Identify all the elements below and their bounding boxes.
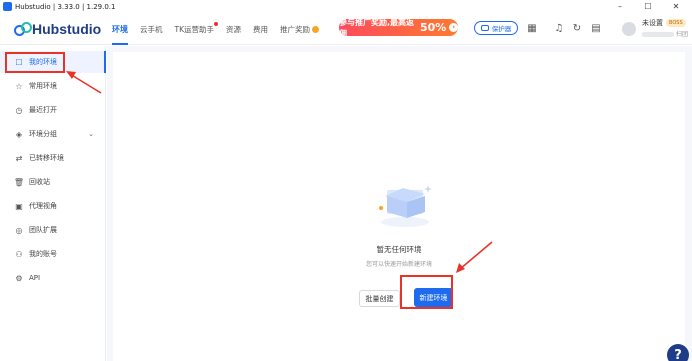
sidebar-item-label: API xyxy=(29,274,41,282)
empty-state-title: 暂无任何环境 xyxy=(376,245,422,254)
top-header: Hubstudio 环境 云手机 TK运营助手 资源 费用 推广奖励 参与推广奖… xyxy=(0,13,692,45)
maximize-button[interactable]: ☐ xyxy=(634,0,662,13)
api-icon: ⚙ xyxy=(15,273,23,283)
sidebar-item-label: 最近打开 xyxy=(29,106,57,114)
environment-panel: 暂无任何环境 您可以快速开始新建环境 批量创建 新建环境 xyxy=(113,52,685,361)
tab-billing[interactable]: 费用 xyxy=(253,13,268,45)
trash-icon: 🗑 xyxy=(13,177,25,187)
protector-label: 保护器 xyxy=(491,25,512,33)
app-icon xyxy=(3,2,12,11)
chevron-down-icon[interactable]: ⌄ xyxy=(88,130,94,138)
sidebar-item-label: 已转移环境 xyxy=(29,154,64,162)
sidebar-item-label: 团队扩展 xyxy=(29,226,57,234)
sidebar-item-label: 回收站 xyxy=(29,178,50,186)
window-title: Hubstudio | 3.33.0 | 1.29.0.1 xyxy=(15,2,116,11)
sidebar: ☐ 我的环境 ☆ 常用环境 ◷ 最近打开 ◈ 环境分组 ⌄ ⇄ 已转移环境 🗑 … xyxy=(0,46,106,361)
user-id-redacted xyxy=(642,32,674,37)
star-icon: ☆ xyxy=(15,81,23,91)
sidebar-item-frequent[interactable]: ☆ 常用环境 xyxy=(0,75,106,97)
empty-box-icon xyxy=(379,185,432,227)
team-icon: ◎ xyxy=(15,225,23,235)
tab-resources[interactable]: 资源 xyxy=(226,13,241,45)
batch-create-button[interactable]: 批量创建 xyxy=(359,290,400,307)
user-id: 扫团 xyxy=(642,29,688,38)
user-name[interactable]: 未设置 BOSS xyxy=(642,18,686,28)
notification-dot xyxy=(214,22,218,26)
brand-name: Hubstudio xyxy=(32,21,102,37)
empty-state-subtitle: 您可以快速开始新建环境 xyxy=(365,261,432,268)
tab-environment[interactable]: 环境 xyxy=(112,13,128,45)
minimize-button[interactable]: – xyxy=(606,0,634,13)
clock-icon: ◷ xyxy=(15,105,23,115)
user-icon: ⚇ xyxy=(15,249,23,259)
transfer-icon: ⇄ xyxy=(15,153,23,163)
coin-icon xyxy=(312,25,319,33)
sidebar-item-label: 我的账号 xyxy=(29,250,57,258)
window-titlebar: Hubstudio | 3.33.0 | 1.29.0.1 – ☐ ✕ xyxy=(0,0,692,13)
proxy-icon: ▣ xyxy=(15,201,23,211)
sidebar-item-label: 代理视角 xyxy=(29,202,57,210)
logo-mark-icon xyxy=(14,22,32,36)
sidebar-item-account[interactable]: ⚇ 我的账号 xyxy=(0,243,106,265)
protector-icon xyxy=(480,25,489,31)
sidebar-item-recycle-bin[interactable]: 🗑 回收站 xyxy=(0,171,106,193)
protector-button[interactable]: 保护器 xyxy=(474,21,518,35)
bell-icon[interactable]: ♫ xyxy=(553,22,565,34)
messages-icon[interactable]: ▦ xyxy=(526,22,538,34)
sidebar-item-label: 常用环境 xyxy=(29,82,57,90)
annotation-box-new-button xyxy=(400,275,453,309)
sidebar-item-transferred[interactable]: ⇄ 已转移环境 xyxy=(0,147,106,169)
tab-cloud-phone[interactable]: 云手机 xyxy=(140,13,163,45)
refresh-icon[interactable]: ↻ xyxy=(571,22,583,34)
main-content: 暂无任何环境 您可以快速开始新建环境 批量创建 新建环境 xyxy=(107,46,692,361)
sidebar-item-label: 环境分组 xyxy=(29,130,57,138)
sidebar-item-team[interactable]: ◎ 团队扩展 xyxy=(0,219,106,241)
brand-logo[interactable]: Hubstudio xyxy=(14,20,101,38)
sidebar-item-proxy[interactable]: ▣ 代理视角 xyxy=(0,195,106,217)
tab-tk-assistant[interactable]: TK运营助手 xyxy=(175,13,218,45)
avatar[interactable] xyxy=(622,22,636,36)
top-nav: 环境 云手机 TK运营助手 资源 费用 推广奖励 xyxy=(112,13,331,45)
layers-icon: ◈ xyxy=(15,129,23,139)
close-button[interactable]: ✕ xyxy=(662,0,690,13)
sidebar-item-groups[interactable]: ◈ 环境分组 ⌄ xyxy=(0,123,106,145)
annotation-box-sidebar xyxy=(5,52,65,73)
tab-referral[interactable]: 推广奖励 xyxy=(280,13,319,45)
promo-arrow-icon: › xyxy=(449,23,458,32)
sidebar-item-api[interactable]: ⚙ API xyxy=(0,267,106,289)
promo-banner[interactable]: 参与推广奖励,最高返佣 50% › xyxy=(339,17,458,38)
help-button[interactable]: ? xyxy=(667,344,689,361)
boss-badge: BOSS xyxy=(666,19,686,27)
promo-text: 参与推广奖励,最高返佣 xyxy=(339,17,415,38)
sidebar-item-recent[interactable]: ◷ 最近打开 xyxy=(0,99,106,121)
promo-percent: 50% xyxy=(419,21,447,34)
document-icon[interactable]: ▤ xyxy=(590,22,602,34)
